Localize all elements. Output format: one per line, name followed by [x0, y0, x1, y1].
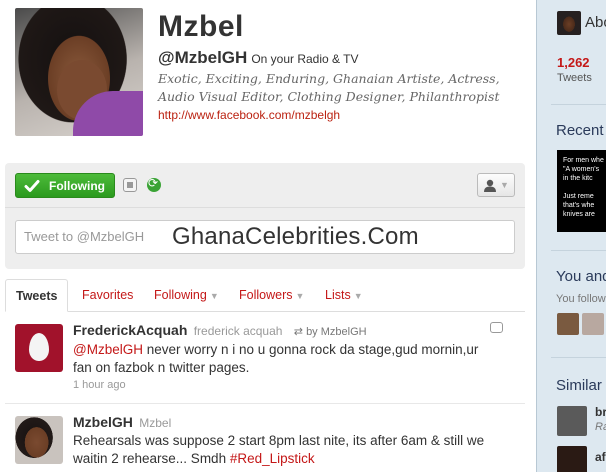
similar-user-avatar[interactable] — [557, 446, 587, 472]
user-actions-dropdown[interactable]: ▼ — [477, 173, 515, 197]
you-and-heading: You and — [556, 268, 606, 285]
follower-thumb[interactable] — [557, 313, 579, 335]
watermark-text: GhanaCelebrities.Com — [172, 223, 419, 250]
profile-screen-name: @MzbelGH On your Radio & TV — [158, 48, 358, 68]
sidebar-avatar[interactable] — [557, 11, 581, 35]
tweet-text: @MzbelGH never worry n i no u gonna rock… — [73, 341, 498, 377]
similar-heading: Similar — [556, 377, 602, 394]
tweet-header: MzbelGH Mzbel — [73, 414, 171, 430]
divider — [551, 357, 606, 358]
user-icon — [484, 179, 497, 192]
profile-avatar[interactable] — [15, 8, 143, 136]
tweet-timestamp[interactable]: 1 hour ago — [73, 379, 126, 391]
tab-label: Favorites — [82, 288, 134, 302]
tweet-header: FrederickAcquah frederick acquah ⇄ by Mz… — [73, 322, 367, 338]
similar-user-name[interactable]: bri — [595, 405, 606, 419]
tweet-item[interactable]: MzbelGH Mzbel Rehearsals was suppose 2 s… — [5, 404, 525, 472]
tweet-author-handle[interactable]: Mzbel — [139, 416, 171, 430]
profile-action-box: Following ▼ Tweet to @MzbelGH — [5, 163, 525, 269]
tab-tweets[interactable]: Tweets — [5, 279, 69, 312]
image-text-line: "A women's — [563, 166, 600, 173]
tweet-count[interactable]: 1,262 — [557, 55, 590, 70]
tab-label: Followers — [239, 288, 293, 302]
chevron-down-icon: ▼ — [500, 180, 509, 190]
following-button[interactable]: Following — [15, 173, 115, 198]
main-column: Mzbel @MzbelGH On your Radio & TV Exotic,… — [0, 0, 536, 472]
chevron-down-icon: ▼ — [353, 291, 363, 301]
retweeted-by: ⇄ by MzbelGH — [293, 325, 367, 338]
similar-user-avatar[interactable] — [557, 406, 587, 436]
recent-images-heading[interactable]: Recent — [556, 122, 604, 139]
screen-name[interactable]: @MzbelGH — [158, 48, 247, 67]
profile-bio: Exotic, Exciting, Enduring, Ghanaian Art… — [158, 71, 500, 104]
profile-url-link[interactable]: http://www.facebook.com/mzbelgh — [158, 108, 340, 122]
chevron-down-icon: ▼ — [295, 291, 305, 301]
profile-location: On your Radio & TV — [251, 52, 359, 66]
hashtag-link[interactable]: #Red_Lipstick — [230, 451, 315, 466]
tweet-author-name[interactable]: MzbelGH — [73, 414, 133, 430]
image-text-line: knives are — [563, 211, 595, 218]
tab-label: Following — [154, 288, 207, 302]
recent-image[interactable]: For men whe "A women's in the kitc Just … — [557, 150, 606, 232]
tab-label: Lists — [325, 288, 351, 302]
follower-thumb[interactable] — [582, 313, 604, 335]
divider — [5, 207, 525, 208]
mention-link[interactable]: @MzbelGH — [73, 342, 143, 357]
profile-name: Mzbel — [158, 10, 244, 43]
following-label: Following — [49, 178, 105, 193]
divider — [551, 250, 606, 251]
check-icon — [24, 179, 40, 192]
chevron-down-icon: ▼ — [209, 291, 219, 301]
similar-user-name[interactable]: af — [595, 450, 606, 464]
user-avatar[interactable] — [15, 416, 63, 464]
tab-followers[interactable]: Followers ▼ — [239, 288, 304, 302]
image-text-line: that's whe — [563, 202, 595, 209]
retweet-by-label: by MzbelGH — [306, 326, 367, 338]
tab-following[interactable]: Following ▼ — [154, 288, 219, 302]
image-text-line — [563, 183, 606, 192]
tab-favorites[interactable]: Favorites — [82, 288, 133, 302]
tweets-count-label: Tweets — [557, 72, 592, 84]
image-text-line: For men whe — [563, 157, 604, 164]
tweet-text: Rehearsals was suppose 2 start 8pm last … — [73, 432, 498, 468]
similar-user-sub: Ra — [595, 421, 606, 433]
divider — [551, 104, 606, 105]
tweet-author-name[interactable]: FrederickAcquah — [73, 322, 187, 338]
device-icon[interactable] — [123, 178, 137, 192]
you-follow-label: You follow — [556, 293, 606, 305]
sidebar: Abo 1,262 Tweets Recent For men whe "A w… — [536, 0, 606, 472]
tweet-author-handle[interactable]: frederick acquah — [194, 324, 283, 338]
retweet-small-icon: ⇄ — [293, 325, 303, 338]
profile-tabs: Tweets Favorites Following ▼ Followers ▼ L… — [5, 279, 525, 312]
reply-icon[interactable] — [490, 322, 503, 333]
image-text-line: in the kitc — [563, 175, 593, 182]
image-text-line: Just reme — [563, 193, 594, 200]
sidebar-about-title: Abo — [585, 14, 606, 31]
egg-avatar[interactable] — [15, 324, 63, 372]
retweet-icon[interactable] — [147, 176, 161, 192]
tweet-item[interactable]: FrederickAcquah frederick acquah ⇄ by Mz… — [5, 312, 525, 404]
tab-lists[interactable]: Lists ▼ — [325, 288, 363, 302]
